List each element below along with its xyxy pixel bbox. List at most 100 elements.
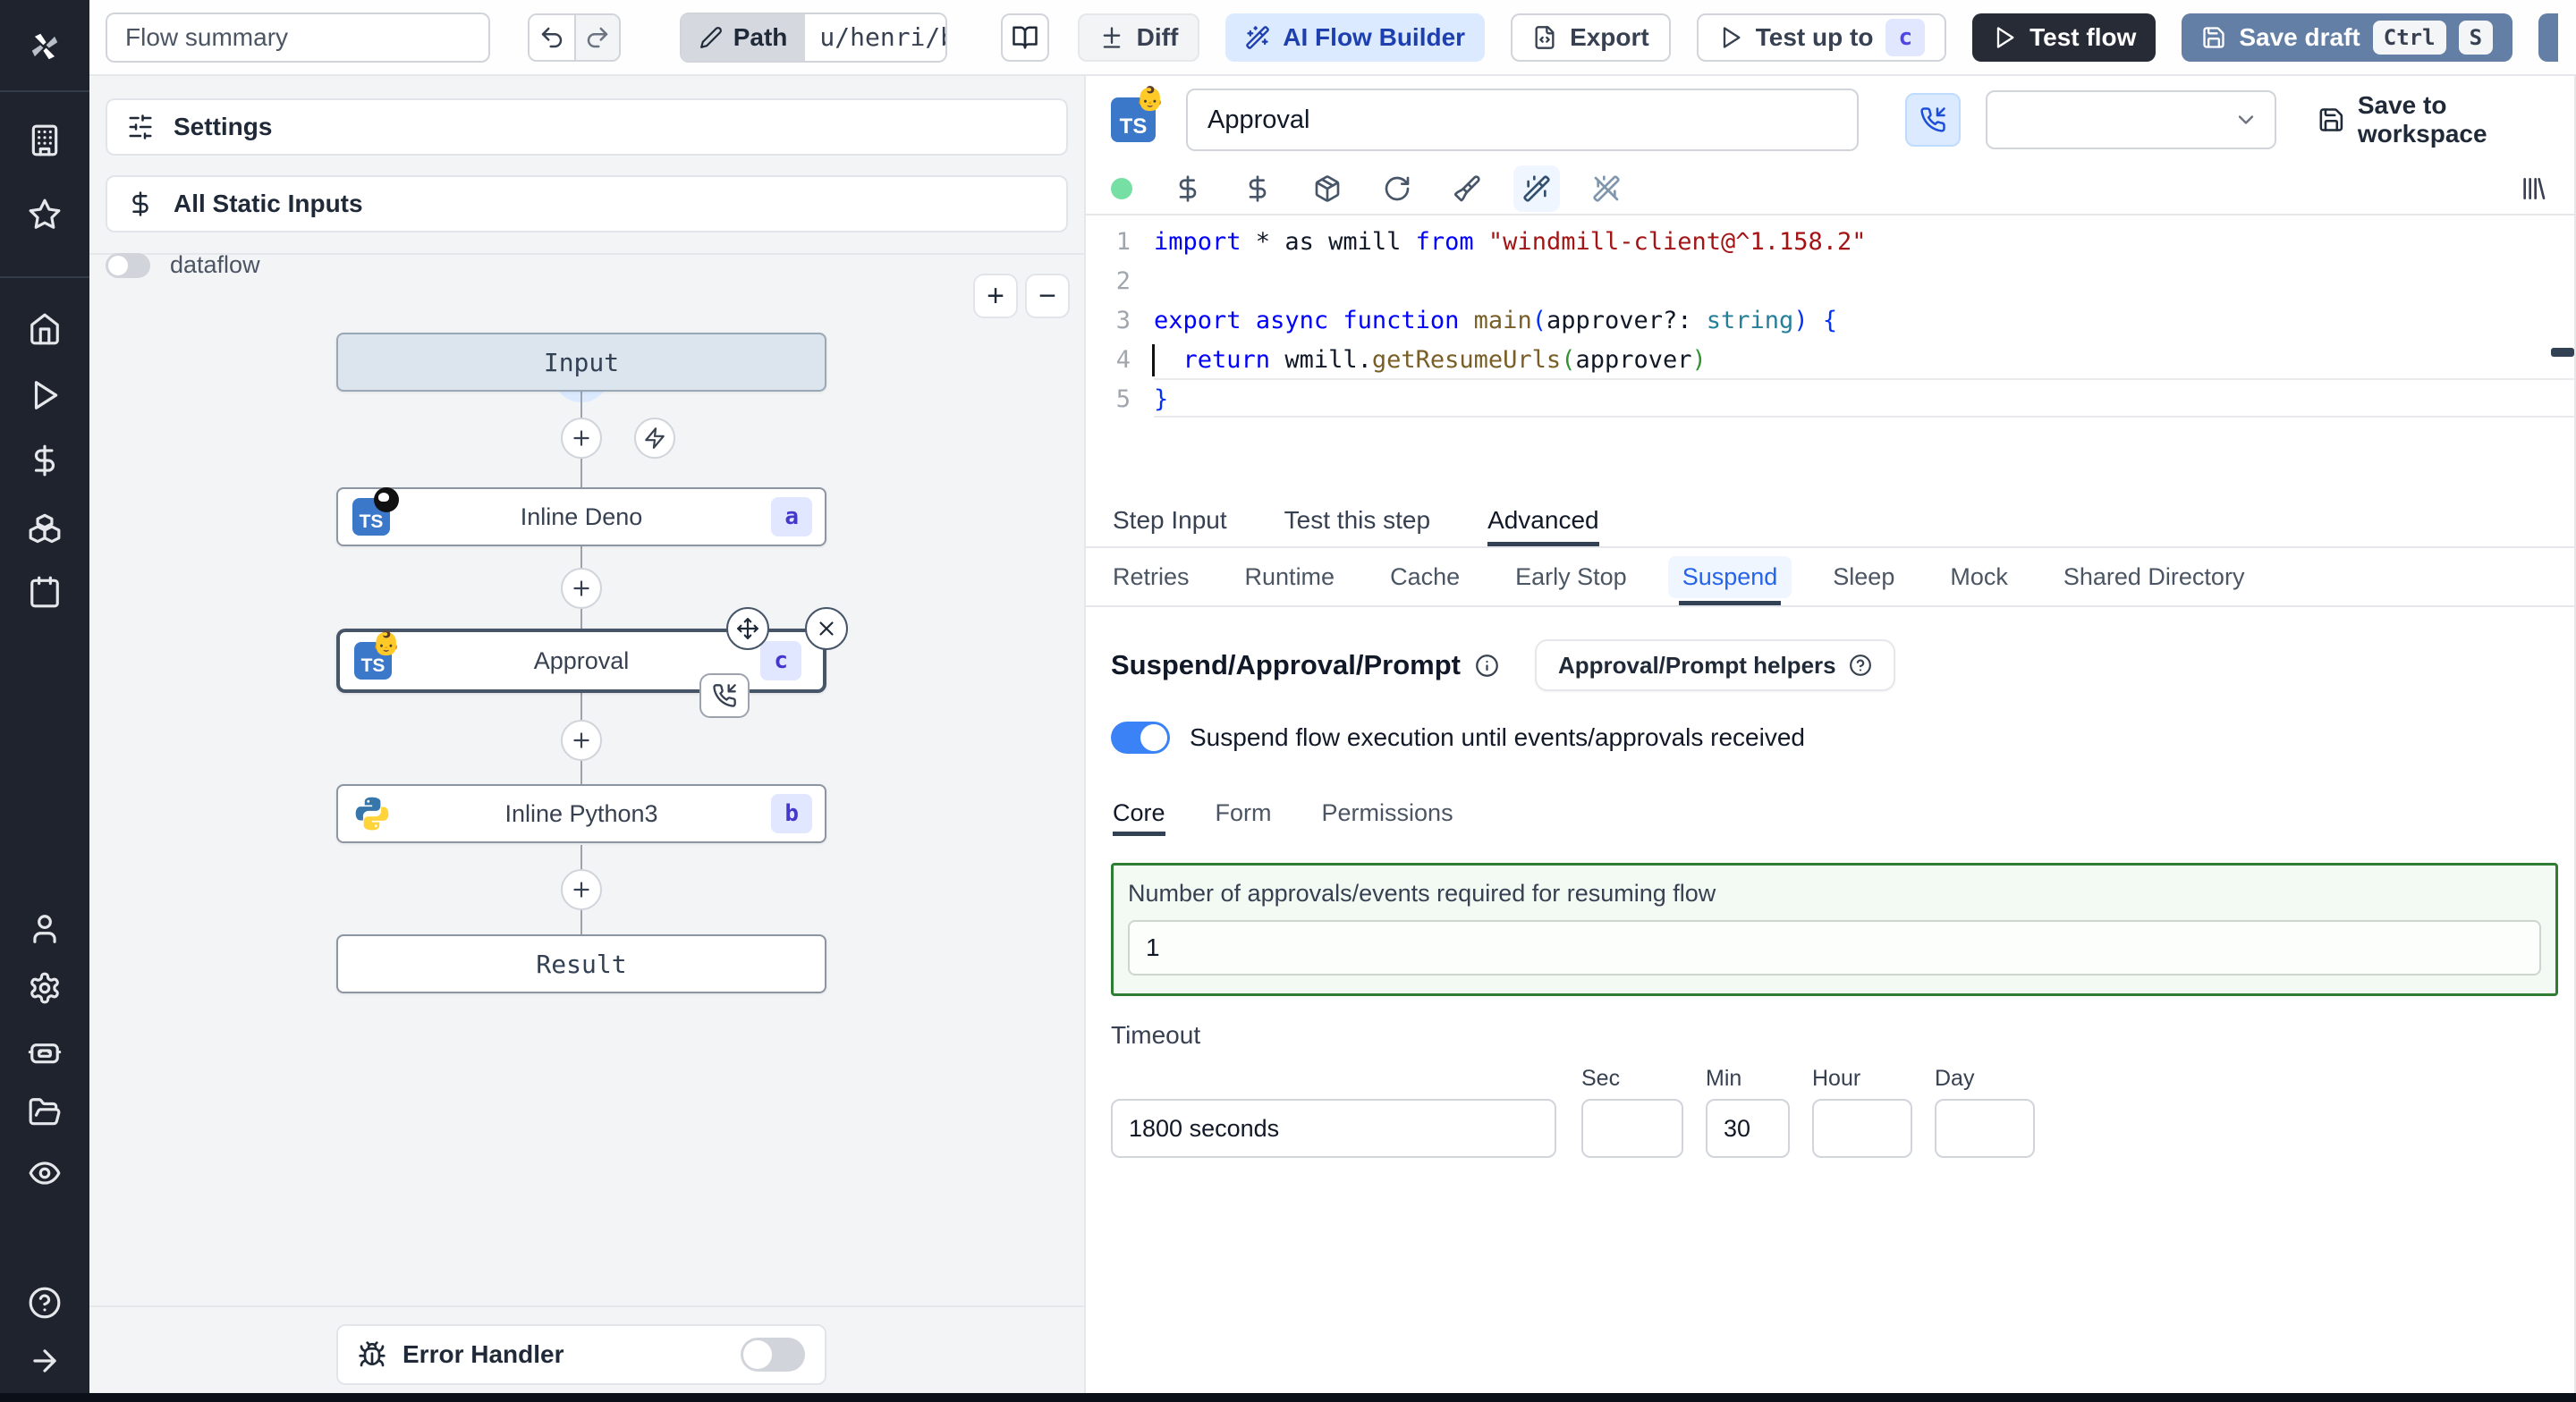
export-button[interactable]: Export [1511, 13, 1671, 62]
dataflow-toggle[interactable] [106, 252, 150, 278]
schedules-calendar-icon[interactable] [28, 575, 62, 609]
insert-step-button[interactable] [561, 720, 602, 761]
suspend-phone-button[interactable] [1905, 93, 1962, 147]
flow-settings-button[interactable]: Settings [106, 98, 1068, 156]
workers-bot-icon[interactable] [28, 1034, 62, 1068]
favorites-star-icon[interactable] [28, 198, 62, 232]
home-icon[interactable] [28, 312, 62, 346]
code-editor[interactable]: 12345 import * as wmill from "windmill-c… [1086, 215, 2574, 494]
library-panel-icon[interactable] [2519, 174, 2547, 203]
undo-button[interactable] [530, 14, 574, 60]
approvals-required-box: Number of approvals/events required for … [1111, 863, 2558, 996]
audit-eye-icon[interactable] [28, 1156, 62, 1190]
path-value[interactable]: u/henri/bes [805, 13, 945, 61]
approvals-required-input[interactable] [1128, 920, 2541, 975]
resources-dollar-icon[interactable] [1243, 174, 1272, 203]
suspend-tab-permissions[interactable]: Permissions [1322, 790, 1453, 836]
suspend-tab-core[interactable]: Core [1113, 790, 1165, 836]
windmill-logo-icon[interactable] [28, 30, 62, 63]
timeout-day-input[interactable] [1935, 1099, 2035, 1158]
flow-node-input[interactable]: Input [336, 333, 826, 392]
diff-label: Diff [1136, 22, 1179, 51]
timeout-seconds-input[interactable] [1111, 1099, 1556, 1158]
save-to-workspace-button[interactable]: Save to workspace [2318, 91, 2574, 148]
help-icon[interactable] [28, 1286, 62, 1320]
flow-node-result[interactable]: Result [336, 934, 826, 993]
suspend-tab-form[interactable]: Form [1216, 790, 1272, 836]
tab-advanced[interactable]: Advanced [1487, 494, 1599, 546]
path-button[interactable]: Path u/henri/bes [679, 12, 947, 63]
wand-sparkles-icon [1523, 175, 1550, 202]
error-handler-toggle[interactable] [741, 1338, 805, 1372]
timeout-hour-input[interactable] [1812, 1099, 1912, 1158]
zoom-in-button[interactable]: + [973, 274, 1018, 318]
variables-dollar-icon[interactable] [28, 443, 62, 477]
users-person-icon[interactable] [28, 912, 62, 946]
tab-step-input[interactable]: Step Input [1113, 494, 1227, 546]
approval-prompt-helpers-button[interactable]: Approval/Prompt helpers [1534, 639, 1895, 691]
test-up-to-button[interactable]: Test up to c [1696, 13, 1947, 62]
zoom-out-button[interactable]: − [1025, 274, 1070, 318]
test-flow-button[interactable]: Test flow [1972, 13, 2157, 62]
workspace-building-icon[interactable] [28, 123, 62, 157]
reload-icon[interactable] [1383, 174, 1411, 203]
resources-boxes-icon[interactable] [28, 510, 62, 544]
ai-flow-builder-button[interactable]: AI Flow Builder [1225, 13, 1486, 62]
flow-node-inline-python[interactable]: Inline Python3 b [336, 784, 826, 843]
ai-disabled-wand-off-icon[interactable] [1592, 174, 1621, 203]
flow-summary-input[interactable] [106, 12, 491, 63]
info-icon[interactable] [1475, 654, 1499, 678]
settings-gear-icon[interactable] [28, 971, 62, 1005]
chevron-down-icon [2238, 115, 2254, 124]
ai-assist-wand-button[interactable] [1513, 165, 1560, 212]
advanced-tab-suspend[interactable]: Suspend [1667, 548, 1792, 605]
advanced-tab-runtime[interactable]: Runtime [1245, 548, 1335, 605]
docs-book-icon[interactable] [1000, 13, 1049, 62]
code-line-4: return wmill.getResumeUrls(approver) [1152, 341, 2574, 380]
wand-sparkles-icon [1246, 25, 1270, 49]
advanced-tab-retries[interactable]: Retries [1113, 548, 1190, 605]
save-draft-button[interactable]: Save draft Ctrl S [2182, 13, 2513, 62]
expand-sidebar-arrow-icon[interactable] [28, 1344, 62, 1378]
script-kind-select[interactable] [1986, 90, 2277, 149]
insert-trigger-button[interactable] [634, 418, 675, 459]
suspend-flow-toggle[interactable] [1111, 722, 1170, 754]
plus-icon [573, 732, 589, 748]
redo-button[interactable] [573, 14, 619, 60]
insert-step-button[interactable] [561, 869, 602, 910]
package-icon[interactable] [1313, 174, 1342, 203]
insert-step-button[interactable] [561, 418, 602, 459]
advanced-tab-cache[interactable]: Cache [1390, 548, 1460, 605]
format-paintbrush-icon[interactable] [1453, 174, 1481, 203]
path-edit-segment[interactable]: Path [681, 13, 806, 61]
variables-dollar-icon[interactable] [1174, 174, 1202, 203]
timeout-sec-input[interactable] [1581, 1099, 1683, 1158]
code-lines[interactable]: import * as wmill from "windmill-client@… [1152, 223, 2574, 494]
timeout-min-input[interactable] [1706, 1099, 1790, 1158]
approval-step-id-badge: c [760, 641, 801, 680]
all-static-inputs-button[interactable]: All Static Inputs [106, 175, 1068, 232]
ai-flow-builder-label: AI Flow Builder [1283, 22, 1466, 51]
kbd-s: S [2458, 20, 2494, 55]
error-handler-row[interactable]: Error Handler [336, 1324, 826, 1385]
delete-node-button[interactable] [805, 607, 848, 650]
insert-step-button[interactable] [561, 568, 602, 609]
folders-icon[interactable] [28, 1095, 62, 1129]
advanced-tab-shared-directory[interactable]: Shared Directory [2063, 548, 2245, 605]
advanced-tab-sleep[interactable]: Sleep [1833, 548, 1894, 605]
flow-node-inline-deno[interactable]: TS Inline Deno a [336, 487, 826, 546]
approvals-required-label: Number of approvals/events required for … [1128, 880, 1716, 907]
advanced-tab-mock[interactable]: Mock [1950, 548, 2008, 605]
advanced-tab-early-stop[interactable]: Early Stop [1515, 548, 1627, 605]
tab-test-this-step[interactable]: Test this step [1284, 494, 1430, 546]
test-flow-label: Test flow [2029, 22, 2137, 51]
step-name-input[interactable] [1186, 89, 1860, 151]
runs-play-icon[interactable] [28, 378, 62, 412]
deploy-button-partial[interactable] [2538, 13, 2559, 62]
topbar-actions: Diff AI Flow Builder Export Test up to c… [1077, 13, 2559, 62]
suspend-toggle-label: Suspend flow execution until events/appr… [1190, 723, 1805, 751]
diff-button[interactable]: Diff [1077, 13, 1200, 62]
approval-suspend-phone-badge[interactable] [699, 673, 750, 718]
move-node-button[interactable] [726, 607, 769, 650]
suspend-tabs: Core Form Permissions [1111, 790, 2555, 836]
